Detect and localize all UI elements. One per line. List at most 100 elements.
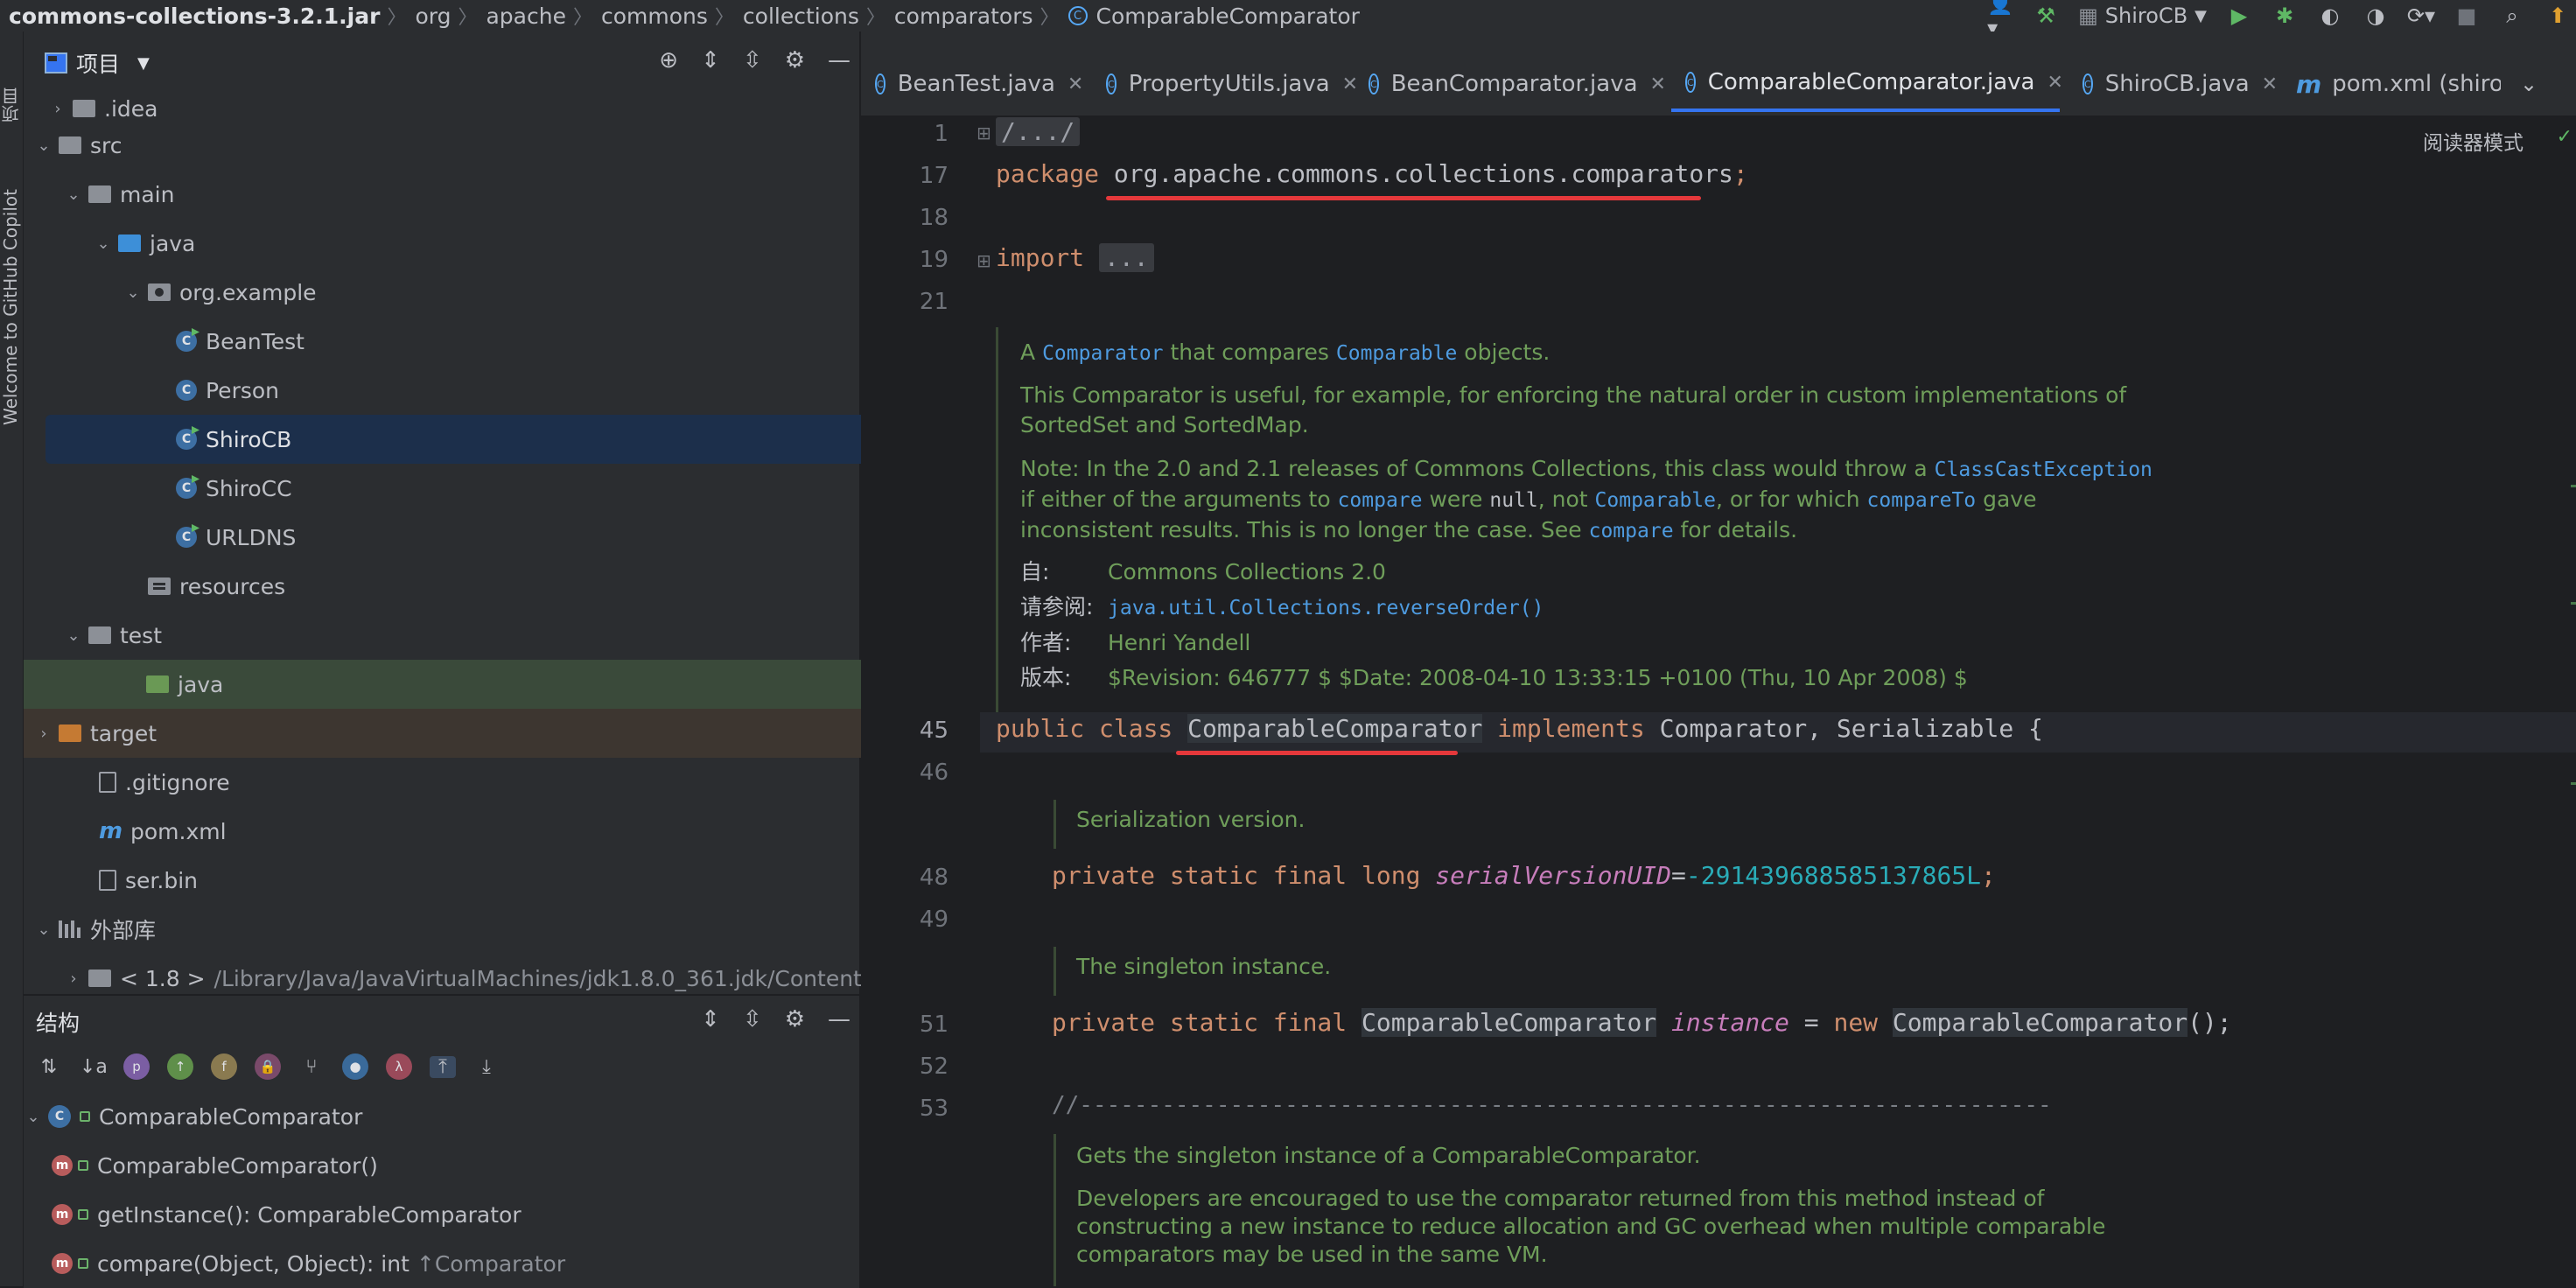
doc-link[interactable]: compareTo	[1867, 489, 1977, 512]
tab-shirocb[interactable]: C ShiroCB.java ✕	[2068, 56, 2282, 112]
doc-link[interactable]: Comparable	[1595, 489, 1716, 512]
autoscroll-to-source-icon[interactable]: ⤒	[430, 1055, 456, 1078]
tree-item-pom[interactable]: m pom.xml	[24, 807, 929, 856]
breadcrumb-apache[interactable]: apache	[486, 4, 565, 29]
tree-item-person[interactable]: C Person	[24, 366, 987, 415]
reader-mode-toggle[interactable]: 阅读器模式	[2423, 126, 2524, 156]
tabs-overflow-button[interactable]: ⌄	[2506, 56, 2558, 112]
doc-link[interactable]: compare	[1338, 489, 1423, 512]
keyword: package	[996, 159, 1100, 188]
close-icon[interactable]: ✕	[2047, 72, 2062, 94]
lock-icon	[78, 1160, 88, 1171]
hide-icon[interactable]: —	[828, 47, 850, 74]
more-run-icon[interactable]: ⟳▾	[2407, 3, 2435, 29]
tree-item-java[interactable]: ⌄ java	[24, 219, 929, 268]
folded-header[interactable]: /.../	[996, 117, 1081, 146]
tree-item-package[interactable]: ⌄ org.example	[24, 268, 959, 317]
close-icon[interactable]: ✕	[1068, 74, 1083, 95]
tree-item-resources[interactable]: resources	[24, 562, 959, 611]
copilot-tool-label[interactable]: Welcome to GitHub Copilot	[0, 189, 21, 425]
close-icon[interactable]: ✕	[1650, 74, 1666, 95]
structure-item-compare[interactable]: m compare(Object, Object): int ↑Comparat…	[24, 1239, 887, 1288]
build-hammer-icon[interactable]: ⚒	[2033, 3, 2059, 29]
locate-icon[interactable]: ⊕	[659, 47, 678, 74]
class-name[interactable]: ComparableComparator	[1187, 714, 1483, 743]
code-editor[interactable]: 阅读器模式 ✓ 1 17 18 19 21 45 46 48 49 51 52 …	[861, 117, 2576, 1286]
structure-item-constructor[interactable]: m ComparableComparator()	[24, 1141, 887, 1190]
run-icon[interactable]: ▶	[2226, 3, 2252, 29]
tree-item-serbin[interactable]: ser.bin	[24, 856, 929, 905]
tree-item-src[interactable]: ⌄ src	[24, 121, 870, 170]
update-icon[interactable]: ⬆	[2544, 3, 2571, 29]
project-view-selector[interactable]: 项目 ▼	[45, 47, 150, 79]
editor-tabs: C BeanTest.java ✕ C PropertyUtils.java ✕…	[861, 32, 2576, 117]
tree-item-test[interactable]: ⌄ test	[24, 611, 900, 660]
autoscroll-from-source-icon[interactable]: ⤓	[473, 1056, 500, 1078]
show-interfaces-icon[interactable]: ●	[342, 1054, 368, 1080]
tree-item-gitignore[interactable]: .gitignore	[24, 758, 929, 807]
close-icon[interactable]: ✕	[2262, 74, 2278, 95]
show-inherited-icon[interactable]: ↑	[167, 1054, 193, 1080]
sort-alpha-icon[interactable]: ↓a	[80, 1056, 108, 1078]
breadcrumb-org[interactable]: org	[415, 4, 451, 29]
tree-item-shirocb-selected[interactable]: C ShiroCB	[46, 415, 946, 464]
tab-beantest[interactable]: C BeanTest.java ✕	[861, 56, 1092, 112]
folded-imports[interactable]: ...	[1099, 243, 1154, 272]
tree-item-label: java	[150, 230, 196, 256]
show-non-public-icon[interactable]: 🔒	[255, 1054, 281, 1080]
tree-item-label: pom.xml	[130, 818, 227, 844]
debug-icon[interactable]: ✱	[2272, 3, 2298, 29]
hide-icon[interactable]: —	[828, 1006, 850, 1032]
expand-all-icon[interactable]: ⇕	[701, 1006, 720, 1032]
fold-icon[interactable]: ⊞	[976, 122, 991, 144]
collapse-all-icon[interactable]: ⇳	[743, 47, 762, 74]
coverage-icon[interactable]: ◐	[2317, 3, 2343, 29]
project-tool-label[interactable]: 项目	[0, 88, 24, 122]
structure-item-class[interactable]: ⌄ C ComparableComparator	[24, 1092, 859, 1141]
sort-visibility-icon[interactable]: ⇅	[36, 1056, 62, 1078]
class-javadoc: A Comparator that compares Comparable ob…	[1020, 338, 2158, 696]
chevron-down-icon: ⌄	[66, 626, 80, 645]
breadcrumb-commons[interactable]: commons	[601, 4, 708, 29]
tree-item-main[interactable]: ⌄ main	[24, 170, 900, 219]
show-fields-icon[interactable]: f	[211, 1054, 237, 1080]
expand-all-icon[interactable]: ⇕	[701, 47, 720, 74]
show-lambdas-icon[interactable]: λ	[386, 1054, 412, 1080]
tab-beancomparator[interactable]: C BeanComparator.java ✕	[1354, 56, 1671, 112]
tree-item-target[interactable]: › target	[24, 709, 870, 758]
doc-link[interactable]: ClassCastException	[1935, 458, 2152, 481]
chevron-down-icon: ⌄	[126, 283, 140, 302]
tree-item-beantest[interactable]: C BeanTest	[24, 317, 987, 366]
doc-link[interactable]: java.util.Collections.reverseOrder()	[1108, 597, 1544, 620]
tree-item-shirocc[interactable]: C ShiroCC	[24, 464, 987, 513]
gear-icon[interactable]: ⚙	[785, 47, 805, 74]
user-icon[interactable]: 👤▾	[1987, 0, 2013, 40]
breadcrumb-jar[interactable]: commons-collections-3.2.1.jar	[9, 4, 380, 29]
stop-icon[interactable]: ■	[2454, 3, 2480, 29]
doc-link[interactable]: compare	[1589, 520, 1674, 542]
tab-comparablecomparator[interactable]: C ComparableComparator.java ✕	[1671, 56, 2063, 112]
tree-item-path: /Library/Java/JavaVirtualMachines/jdk1.8…	[214, 965, 881, 991]
profile-icon[interactable]: ◑	[2362, 3, 2389, 29]
structure-item-getinstance[interactable]: m getInstance(): ComparableComparator	[24, 1190, 887, 1239]
chevron-right-icon: ›	[70, 969, 77, 988]
breadcrumb-collections[interactable]: collections	[743, 4, 859, 29]
search-icon[interactable]: ⌕	[2499, 3, 2525, 29]
doc-link[interactable]: Comparable	[1336, 342, 1457, 365]
fold-icon[interactable]: ⊞	[976, 250, 991, 271]
tree-item-external-libs[interactable]: ⌄ 外部库	[24, 905, 870, 954]
tree-item-urldns[interactable]: C URLDNS	[24, 513, 987, 562]
gear-icon[interactable]: ⚙	[785, 1006, 805, 1032]
tab-pom[interactable]: m pom.xml (shiro	[2282, 56, 2501, 112]
show-properties-icon[interactable]: p	[123, 1054, 150, 1080]
tree-item-test-java[interactable]: java	[24, 660, 957, 709]
structure-toolbar: ⇅ ↓a p ↑ f 🔒 ⑂ ● λ ⤒ ⤓	[36, 1054, 500, 1080]
line-number: 19	[919, 247, 948, 273]
tab-propertyutils[interactable]: C PropertyUtils.java ✕	[1092, 56, 1358, 112]
show-anonymous-icon[interactable]: ⑂	[298, 1056, 325, 1078]
doc-link[interactable]: Comparator	[1042, 342, 1163, 365]
run-config-selector[interactable]: ▦ ShiroCB ▼	[2078, 4, 2207, 28]
collapse-all-icon[interactable]: ⇳	[743, 1006, 762, 1032]
breadcrumb-comparators[interactable]: comparators	[894, 4, 1033, 29]
breadcrumb-class[interactable]: ComparableComparator	[1096, 4, 1360, 29]
